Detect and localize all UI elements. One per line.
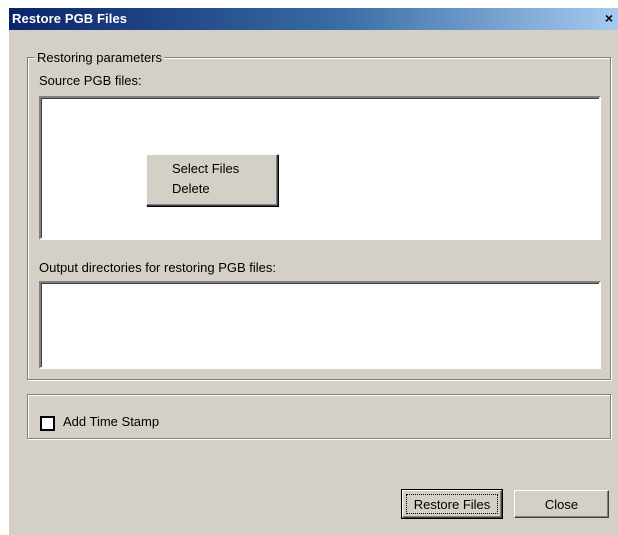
menu-item-select-files[interactable]: Select Files: [172, 161, 239, 176]
title-bar: Restore PGB Files ×: [9, 8, 618, 30]
add-time-stamp-checkbox[interactable]: [40, 416, 55, 431]
source-files-list[interactable]: [39, 96, 601, 240]
restore-files-button[interactable]: Restore Files: [401, 489, 503, 519]
restore-files-button-label: Restore Files: [413, 497, 491, 512]
restoring-parameters-legend: Restoring parameters: [35, 50, 164, 65]
menu-item-delete[interactable]: Delete: [172, 181, 210, 196]
output-directories-label: Output directories for restoring PGB fil…: [39, 260, 276, 275]
context-menu: Select Files Delete: [146, 154, 278, 206]
close-button[interactable]: Close: [514, 490, 609, 518]
add-time-stamp-label[interactable]: Add Time Stamp: [63, 414, 159, 429]
source-files-label: Source PGB files:: [39, 73, 142, 88]
close-icon[interactable]: ×: [601, 11, 617, 26]
window-title: Restore PGB Files: [12, 11, 128, 26]
restore-pgb-dialog: Restore PGB Files × Restoring parameters…: [9, 8, 618, 535]
output-directories-list[interactable]: [39, 281, 601, 369]
